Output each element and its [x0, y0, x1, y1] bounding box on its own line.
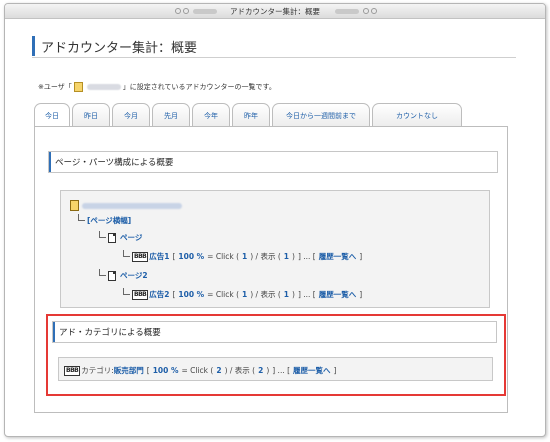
note-prefix: ※ユーザ「: [38, 83, 72, 91]
parts-row: [ページ横幅]: [78, 214, 131, 226]
tab-past-week[interactable]: 今日から一週間前まで: [272, 103, 370, 127]
ad-icon: BBB: [132, 251, 149, 262]
tree-elbow: [99, 269, 106, 276]
header-divider: [32, 57, 516, 58]
header-accent-bar: [32, 36, 35, 56]
ad-click-count: 1: [242, 290, 248, 299]
window-title: アドカウンター集計：概要: [230, 7, 320, 16]
site-icon: [70, 200, 79, 211]
ad-percent: 100 %: [178, 290, 205, 299]
ad-icon: BBB: [132, 289, 149, 300]
history-link[interactable]: 履歴一覧へ: [293, 365, 331, 376]
section-heading-category-text: アド・カテゴリによる概要: [59, 328, 161, 338]
history-link[interactable]: 履歴一覧へ: [319, 289, 357, 300]
pill-icon: [335, 8, 359, 14]
window-controls-right: [335, 8, 377, 14]
category-prefix: カテゴリ:: [81, 366, 114, 375]
ad-view-count: 1: [283, 252, 289, 261]
tab-this-year[interactable]: 今年: [192, 103, 230, 127]
tab-last-month[interactable]: 先月: [152, 103, 190, 127]
category-box: BBB カテゴリ: 販売部門 [ 100 % = Click ( 2 ) / 表…: [58, 357, 493, 381]
tab-last-year[interactable]: 昨年: [232, 103, 270, 127]
ad-percent: 100 %: [178, 252, 205, 261]
page-row-1: ページ: [99, 231, 142, 243]
page-link[interactable]: ページ: [120, 232, 142, 243]
category-row: BBB カテゴリ: 販売部門 [ 100 % = Click ( 2 ) / 表…: [64, 365, 337, 376]
tree-elbow: [78, 214, 85, 221]
history-link[interactable]: 履歴一覧へ: [319, 251, 357, 262]
circle-icon[interactable]: [371, 8, 377, 14]
ad-link[interactable]: 広告2: [149, 289, 169, 300]
heading-accent-bar: [53, 322, 55, 342]
page-icon: [108, 270, 116, 281]
section-heading-category: アド・カテゴリによる概要: [52, 321, 497, 343]
tab-no-count[interactable]: カウントなし: [372, 103, 462, 127]
tab-this-month[interactable]: 今月: [112, 103, 150, 127]
category-percent: 100 %: [152, 366, 179, 375]
page-row-2: ページ2: [99, 269, 148, 281]
category-link[interactable]: 販売部門: [114, 365, 144, 376]
title-bar: アドカウンター集計：概要: [5, 4, 545, 19]
circle-icon[interactable]: [363, 8, 369, 14]
category-highlight: アド・カテゴリによる概要 BBB カテゴリ: 販売部門 [ 100 % = Cl…: [46, 314, 506, 396]
user-icon: [73, 82, 83, 92]
page-header: アドカウンター集計：概要: [32, 34, 516, 58]
category-click-count: 2: [216, 366, 222, 375]
tree-elbow: [123, 288, 130, 295]
ad-view-count: 1: [283, 290, 289, 299]
ad-icon: BBB: [64, 365, 81, 376]
ad-link[interactable]: 広告1: [149, 251, 169, 262]
ad-click-count: 1: [242, 252, 248, 261]
user-note: ※ユーザ「 」に設定されているアドカウンターの一覧です。: [38, 82, 276, 92]
ad-row-1: BBB 広告1 [ 100 % = Click ( 1 ) / 表示 ( 1 )…: [123, 250, 362, 262]
ad-row-2: BBB 広告2 [ 100 % = Click ( 1 ) / 表示 ( 1 )…: [123, 288, 362, 300]
period-tabs: 今日 昨日 今月 先月 今年 昨年 今日から一週間前まで カウントなし: [34, 103, 464, 128]
note-suffix: 」に設定されているアドカウンターの一覧です。: [122, 83, 276, 91]
site-row: [70, 200, 182, 211]
parts-link[interactable]: [ページ横幅]: [87, 215, 131, 226]
page-link[interactable]: ページ2: [120, 270, 148, 281]
tree-elbow: [123, 250, 130, 257]
page-icon: [108, 232, 116, 243]
blurred-username: [86, 84, 121, 90]
section-heading-page: ページ・パーツ構成による概要: [48, 151, 498, 173]
blurred-site-url[interactable]: [82, 202, 182, 209]
page-title: アドカウンター集計：概要: [41, 41, 198, 56]
heading-accent-bar: [49, 152, 51, 172]
tree-elbow: [99, 231, 106, 238]
section-heading-page-text: ページ・パーツ構成による概要: [55, 158, 174, 168]
category-view-count: 2: [258, 366, 264, 375]
tab-yesterday[interactable]: 昨日: [72, 103, 110, 127]
page-structure-box: [ページ横幅] ページ BBB 広告1 [ 100 % = Click ( 1 …: [60, 190, 490, 308]
tab-today[interactable]: 今日: [34, 103, 70, 128]
